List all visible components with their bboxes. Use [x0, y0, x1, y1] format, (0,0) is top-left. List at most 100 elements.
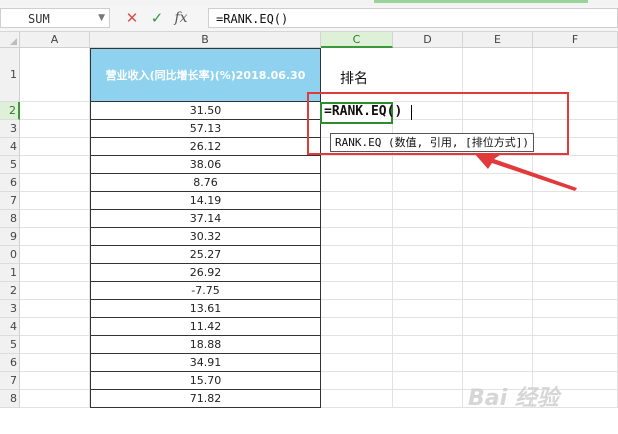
- cell-f[interactable]: [533, 336, 618, 354]
- cell-f[interactable]: [533, 282, 618, 300]
- cell-e[interactable]: [463, 282, 533, 300]
- cell-a[interactable]: [20, 300, 90, 318]
- cell-b-value[interactable]: 25.27: [90, 246, 321, 264]
- cell-f[interactable]: [533, 354, 618, 372]
- cell-a[interactable]: [20, 192, 90, 210]
- cell-a[interactable]: [20, 390, 90, 408]
- cell-d[interactable]: [393, 390, 463, 408]
- chevron-down-icon[interactable]: ▼: [98, 13, 105, 23]
- cell-e[interactable]: [463, 318, 533, 336]
- cell-b-value[interactable]: 30.32: [90, 228, 321, 246]
- cell-c[interactable]: [321, 246, 393, 264]
- column-header-c[interactable]: C: [321, 32, 393, 48]
- cell-d[interactable]: [393, 228, 463, 246]
- row-header[interactable]: 2: [0, 282, 20, 300]
- cell-f[interactable]: [533, 318, 618, 336]
- cell-e[interactable]: [463, 246, 533, 264]
- cell-c[interactable]: [321, 354, 393, 372]
- cell-d[interactable]: [393, 300, 463, 318]
- cell-e[interactable]: [463, 210, 533, 228]
- column-header-e[interactable]: E: [463, 32, 533, 48]
- cell-c[interactable]: [321, 156, 393, 174]
- cell-a[interactable]: [20, 102, 90, 120]
- cell-b-value[interactable]: 11.42: [90, 318, 321, 336]
- row-header[interactable]: 3: [0, 300, 20, 318]
- cell-a[interactable]: [20, 174, 90, 192]
- cell-c[interactable]: [321, 300, 393, 318]
- cell-e[interactable]: [463, 354, 533, 372]
- select-all-corner[interactable]: [0, 32, 20, 48]
- cell-b-value[interactable]: 15.70: [90, 372, 321, 390]
- cell-e[interactable]: [463, 336, 533, 354]
- cell-a[interactable]: [20, 138, 90, 156]
- enter-icon[interactable]: ✓: [148, 9, 166, 27]
- cell-f[interactable]: [533, 246, 618, 264]
- cell-e[interactable]: [463, 264, 533, 282]
- cell-d[interactable]: [393, 354, 463, 372]
- row-header[interactable]: 6: [0, 174, 20, 192]
- cell-d[interactable]: [393, 174, 463, 192]
- row-header[interactable]: 3: [0, 120, 20, 138]
- cell-c[interactable]: [321, 282, 393, 300]
- cell-f[interactable]: [533, 228, 618, 246]
- cell-d[interactable]: [393, 282, 463, 300]
- cell-c[interactable]: [321, 174, 393, 192]
- cell-a[interactable]: [20, 336, 90, 354]
- cell-b-value[interactable]: 57.13: [90, 120, 321, 138]
- cell-c[interactable]: [321, 264, 393, 282]
- column-header-d[interactable]: D: [393, 32, 463, 48]
- column-header-f[interactable]: F: [533, 32, 618, 48]
- cell-c[interactable]: [321, 228, 393, 246]
- cell-c1-rank-label[interactable]: 排名: [340, 68, 368, 88]
- cell-f[interactable]: [533, 264, 618, 282]
- cell-a[interactable]: [20, 228, 90, 246]
- cell-b-value[interactable]: 14.19: [90, 192, 321, 210]
- row-header[interactable]: 9: [0, 228, 20, 246]
- row-header[interactable]: 5: [0, 156, 20, 174]
- row-header[interactable]: 1: [0, 264, 20, 282]
- row-header[interactable]: 8: [0, 210, 20, 228]
- cell-a[interactable]: [20, 318, 90, 336]
- cell-b-value[interactable]: 13.61: [90, 300, 321, 318]
- cell-f[interactable]: [533, 210, 618, 228]
- cell-d[interactable]: [393, 156, 463, 174]
- row-header[interactable]: 8: [0, 390, 20, 408]
- cancel-icon[interactable]: ✕: [123, 9, 141, 27]
- cell-b1-header[interactable]: 营业收入(同比增长率)(%)2018.06.30: [90, 48, 321, 102]
- cell-a[interactable]: [20, 210, 90, 228]
- cell-b-value[interactable]: 18.88: [90, 336, 321, 354]
- cell-b-value[interactable]: 34.91: [90, 354, 321, 372]
- cell-b-value[interactable]: 8.76: [90, 174, 321, 192]
- cell-b-value[interactable]: -7.75: [90, 282, 321, 300]
- row-header[interactable]: 6: [0, 354, 20, 372]
- row-header[interactable]: 2: [0, 102, 20, 120]
- cell-d[interactable]: [393, 210, 463, 228]
- cell-b-value[interactable]: 38.06: [90, 156, 321, 174]
- cell-c[interactable]: [321, 390, 393, 408]
- row-header[interactable]: 4: [0, 318, 20, 336]
- column-header-b[interactable]: B: [90, 32, 321, 48]
- cell-c[interactable]: [321, 318, 393, 336]
- row-header[interactable]: 7: [0, 192, 20, 210]
- cell-a[interactable]: [20, 372, 90, 390]
- insert-function-icon[interactable]: fx: [172, 9, 190, 27]
- cell-b-value[interactable]: 71.82: [90, 390, 321, 408]
- cell-d[interactable]: [393, 246, 463, 264]
- cell-e[interactable]: [463, 228, 533, 246]
- cell-b-value[interactable]: 26.12: [90, 138, 321, 156]
- cell-d[interactable]: [393, 372, 463, 390]
- cell-a[interactable]: [20, 246, 90, 264]
- row-header[interactable]: 7: [0, 372, 20, 390]
- row-header[interactable]: 4: [0, 138, 20, 156]
- cell-f[interactable]: [533, 300, 618, 318]
- cell-a[interactable]: [20, 264, 90, 282]
- name-box[interactable]: SUM ▼: [0, 8, 110, 28]
- cell-c[interactable]: [321, 210, 393, 228]
- cell-c[interactable]: [321, 192, 393, 210]
- cell-b-value[interactable]: 37.14: [90, 210, 321, 228]
- cell-d[interactable]: [393, 336, 463, 354]
- row-header[interactable]: 5: [0, 336, 20, 354]
- cell-d[interactable]: [393, 264, 463, 282]
- cell-c[interactable]: [321, 372, 393, 390]
- cell-a[interactable]: [20, 48, 90, 102]
